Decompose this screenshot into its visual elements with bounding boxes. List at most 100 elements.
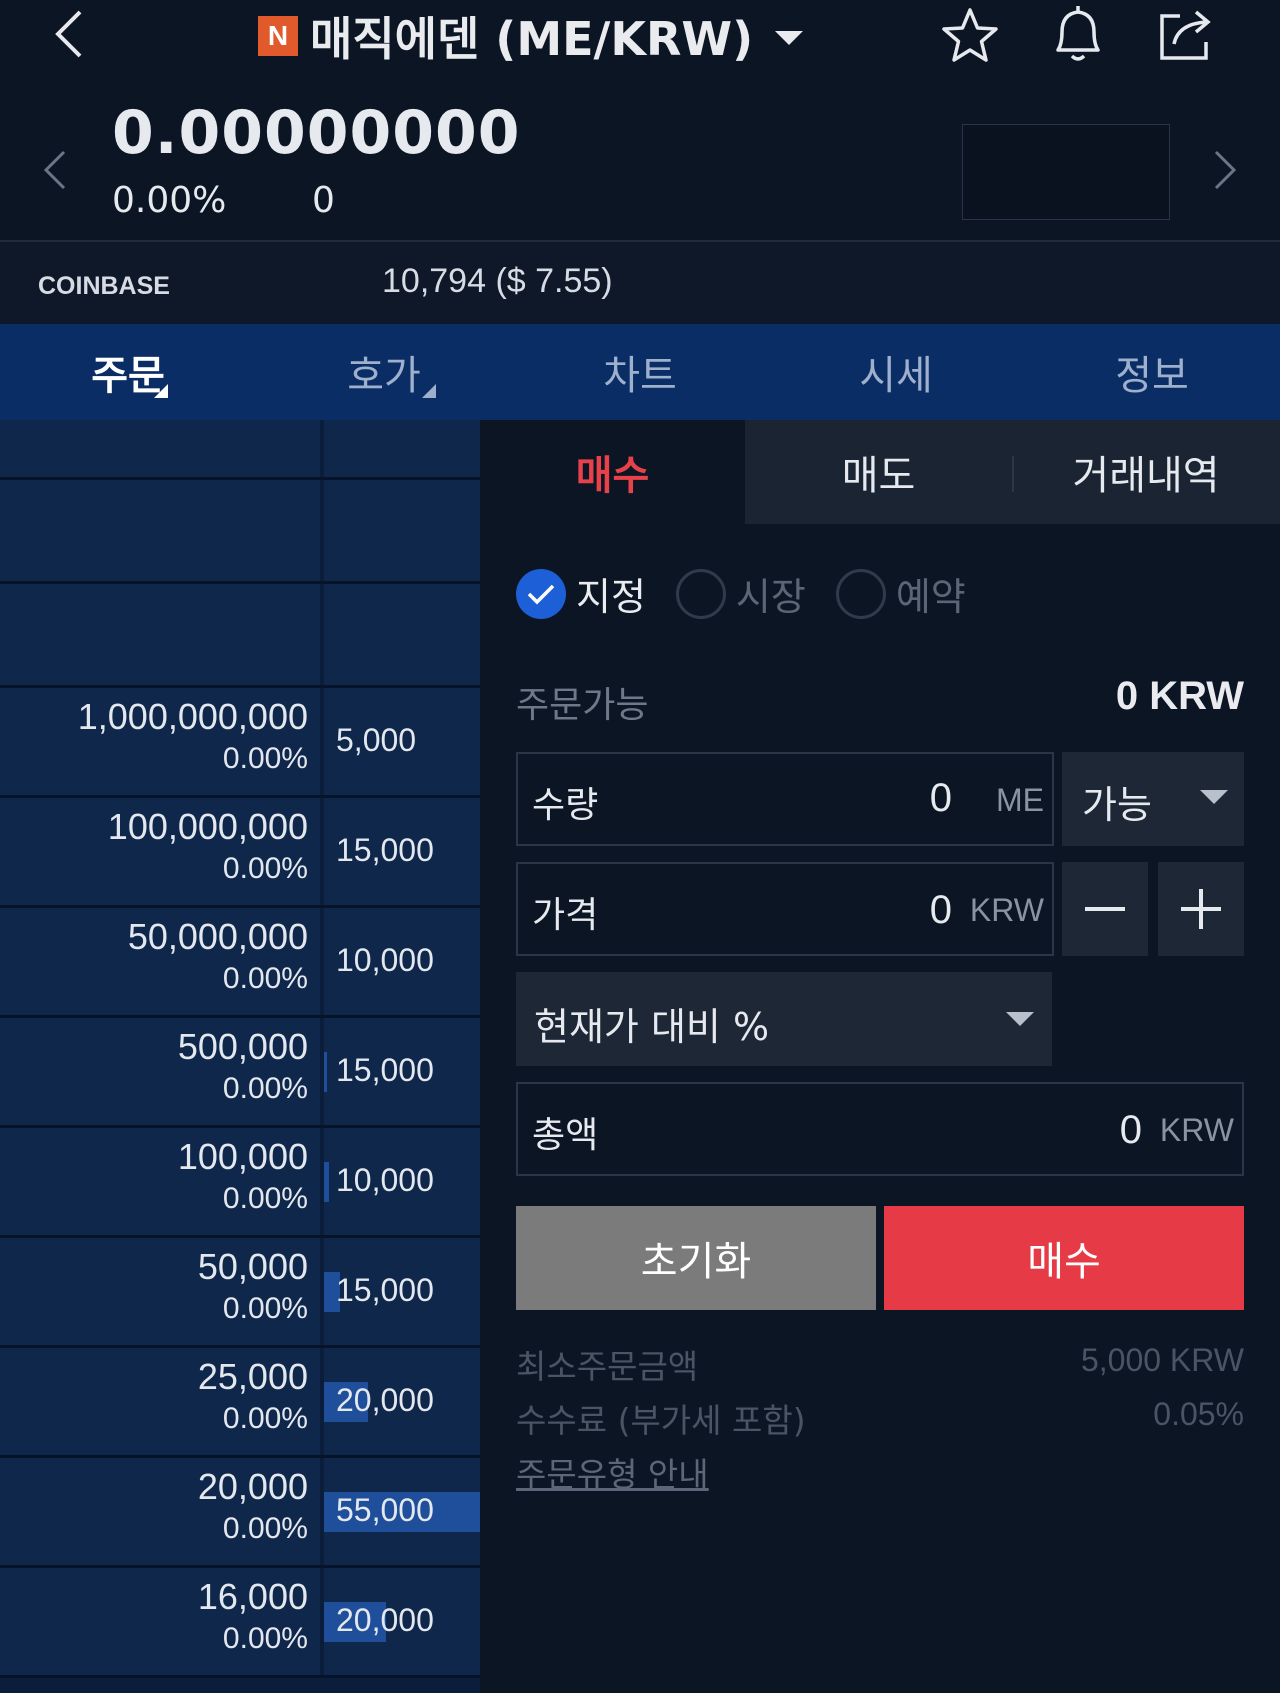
- change-percent: 0.00%: [112, 180, 227, 221]
- depth-bar: [324, 1052, 327, 1092]
- order-type-guide-link[interactable]: 주문유형 안내: [516, 1448, 709, 1496]
- available-label: 주문가능: [516, 685, 649, 726]
- orderbook-row[interactable]: 1,000,000,000 0.00% 5,000: [0, 688, 480, 798]
- orderbook-quantity: 20,000: [336, 1382, 434, 1418]
- tab-label: 정보: [1115, 353, 1189, 399]
- fee-value: 0.05%: [1153, 1396, 1244, 1432]
- fee-label: 수수료 (부가세 포함): [516, 1401, 806, 1440]
- market-selector[interactable]: N 매직에덴 (ME/KRW): [258, 0, 804, 72]
- orderbook-quantity: 15,000: [336, 1272, 434, 1308]
- radio-circle-icon: [675, 568, 726, 619]
- orderbook-change: 0.00%: [222, 1182, 308, 1215]
- change-value: 0: [312, 180, 335, 221]
- orderbook-cell: [0, 480, 320, 584]
- subtab-sell[interactable]: 매도: [745, 420, 1012, 524]
- orderbook-change: 0.00%: [222, 1622, 308, 1655]
- orderbook-cell: [324, 584, 480, 688]
- orderbook-quantity: 15,000: [336, 832, 434, 868]
- chevron-down-icon: [775, 31, 804, 45]
- orderbook-row[interactable]: 20,000 0.00% 55,000: [0, 1458, 480, 1568]
- reset-button[interactable]: 초기화: [516, 1206, 876, 1310]
- favorite-star-icon[interactable]: [938, 4, 1002, 68]
- price-unit: KRW: [969, 892, 1044, 928]
- orderbook-price: 500,000: [177, 1026, 308, 1067]
- orderbook-quantity: 55,000: [336, 1492, 434, 1528]
- orderbook[interactable]: 1,000,000,000 0.00% 5,000 100,000,000 0.00% 1…: [0, 420, 480, 1693]
- divider: [0, 1675, 480, 1678]
- radio-circle-icon: [835, 568, 886, 619]
- plus-icon: [1181, 889, 1221, 929]
- orderbook-row[interactable]: 50,000,000 0.00% 10,000: [0, 908, 480, 1018]
- subtab-history[interactable]: 거래내역: [1012, 420, 1280, 524]
- orderbook-price: 100,000,000: [107, 806, 308, 847]
- available-value: 0 KRW: [1115, 674, 1244, 718]
- radio-limit[interactable]: 지정: [516, 566, 646, 621]
- back-arrow-icon[interactable]: [48, 6, 98, 62]
- tab-market-price[interactable]: 시세: [768, 324, 1024, 420]
- price-increase-button[interactable]: [1158, 862, 1244, 956]
- orderbook-cell: [324, 480, 480, 584]
- orderbook-price: 20,000: [197, 1466, 308, 1507]
- orderbook-quantity: 10,000: [336, 1162, 434, 1198]
- tab-chart[interactable]: 차트: [512, 324, 768, 420]
- orderbook-change: 0.00%: [222, 1512, 308, 1545]
- orderbook-price: 50,000: [197, 1246, 308, 1287]
- coinbase-label: COINBASE: [38, 272, 170, 300]
- orderbook-row[interactable]: 500,000 0.00% 15,000: [0, 1018, 480, 1128]
- quantity-label: 수량: [532, 785, 599, 826]
- orderbook-row[interactable]: 16,000 0.00% 20,000: [0, 1568, 480, 1678]
- quantity-field[interactable]: 수량 0 ME: [516, 752, 1054, 846]
- orderbook-row[interactable]: 100,000,000 0.00% 15,000: [0, 798, 480, 908]
- orderbook-change: 0.00%: [222, 1072, 308, 1105]
- orderbook-price: 100,000: [177, 1136, 308, 1177]
- tab-order[interactable]: 주문: [0, 324, 256, 420]
- price-value: 0: [929, 888, 952, 932]
- tab-label: 호가: [347, 353, 421, 399]
- orderbook-change: 0.00%: [222, 962, 308, 995]
- price-field[interactable]: 가격 0 KRW: [516, 862, 1054, 956]
- market-title: 매직에덴 (ME/KRW): [310, 12, 754, 66]
- orderbook-change: 0.00%: [222, 852, 308, 885]
- min-order-value: 5,000 KRW: [1080, 1342, 1244, 1378]
- tab-label: 차트: [603, 353, 677, 399]
- orderbook-price: 16,000: [197, 1576, 308, 1617]
- radio-market[interactable]: 시장: [675, 566, 806, 621]
- tab-info[interactable]: 정보: [1024, 324, 1280, 420]
- orderbook-quantity: 5,000: [336, 722, 417, 758]
- divider: [1012, 456, 1014, 492]
- orderbook-cell: [0, 584, 320, 688]
- total-field[interactable]: 총액 0 KRW: [516, 1082, 1244, 1176]
- total-value: 0: [1119, 1108, 1142, 1152]
- bell-icon[interactable]: [1046, 2, 1110, 68]
- depth-bar: [324, 1162, 329, 1202]
- orderbook-change: 0.00%: [222, 742, 308, 775]
- orderbook-price: 1,000,000,000: [77, 696, 308, 737]
- radio-label: 시장: [735, 575, 806, 619]
- price-label: 가격: [532, 895, 599, 936]
- orderbook-quantity: 15,000: [336, 1052, 434, 1088]
- subtab-buy[interactable]: 매수: [480, 420, 745, 524]
- quantity-unit: ME: [996, 782, 1044, 818]
- orderbook-row[interactable]: 100,000 0.00% 10,000: [0, 1128, 480, 1238]
- price-decrease-button[interactable]: [1062, 862, 1148, 956]
- share-icon[interactable]: [1152, 2, 1218, 68]
- tab-orderbook[interactable]: 호가: [256, 324, 512, 420]
- buy-button[interactable]: 매수: [884, 1206, 1244, 1310]
- quantity-value: 0: [929, 776, 952, 820]
- exchange-badge: N: [258, 16, 298, 56]
- orderbook-change: 0.00%: [222, 1402, 308, 1435]
- orderbook-empty-row: [0, 480, 480, 584]
- orderbook-quantity: 10,000: [336, 942, 434, 978]
- orderbook-row[interactable]: 25,000 0.00% 20,000: [0, 1348, 480, 1458]
- orderbook-price: 25,000: [197, 1356, 308, 1397]
- orderbook-row[interactable]: 50,000 0.00% 15,000: [0, 1238, 480, 1348]
- total-unit: KRW: [1159, 1112, 1234, 1148]
- next-market-arrow-icon[interactable]: [1210, 148, 1240, 192]
- radio-label: 지정: [576, 575, 646, 619]
- order-type-group: 지정 시장 예약: [516, 566, 966, 621]
- prev-market-arrow-icon[interactable]: [40, 148, 70, 192]
- percent-dropdown-label: 현재가 대비 %: [534, 1005, 770, 1049]
- coinbase-row: [0, 242, 1280, 324]
- tab-corner-icon: [422, 384, 436, 398]
- radio-reserve[interactable]: 예약: [835, 566, 966, 621]
